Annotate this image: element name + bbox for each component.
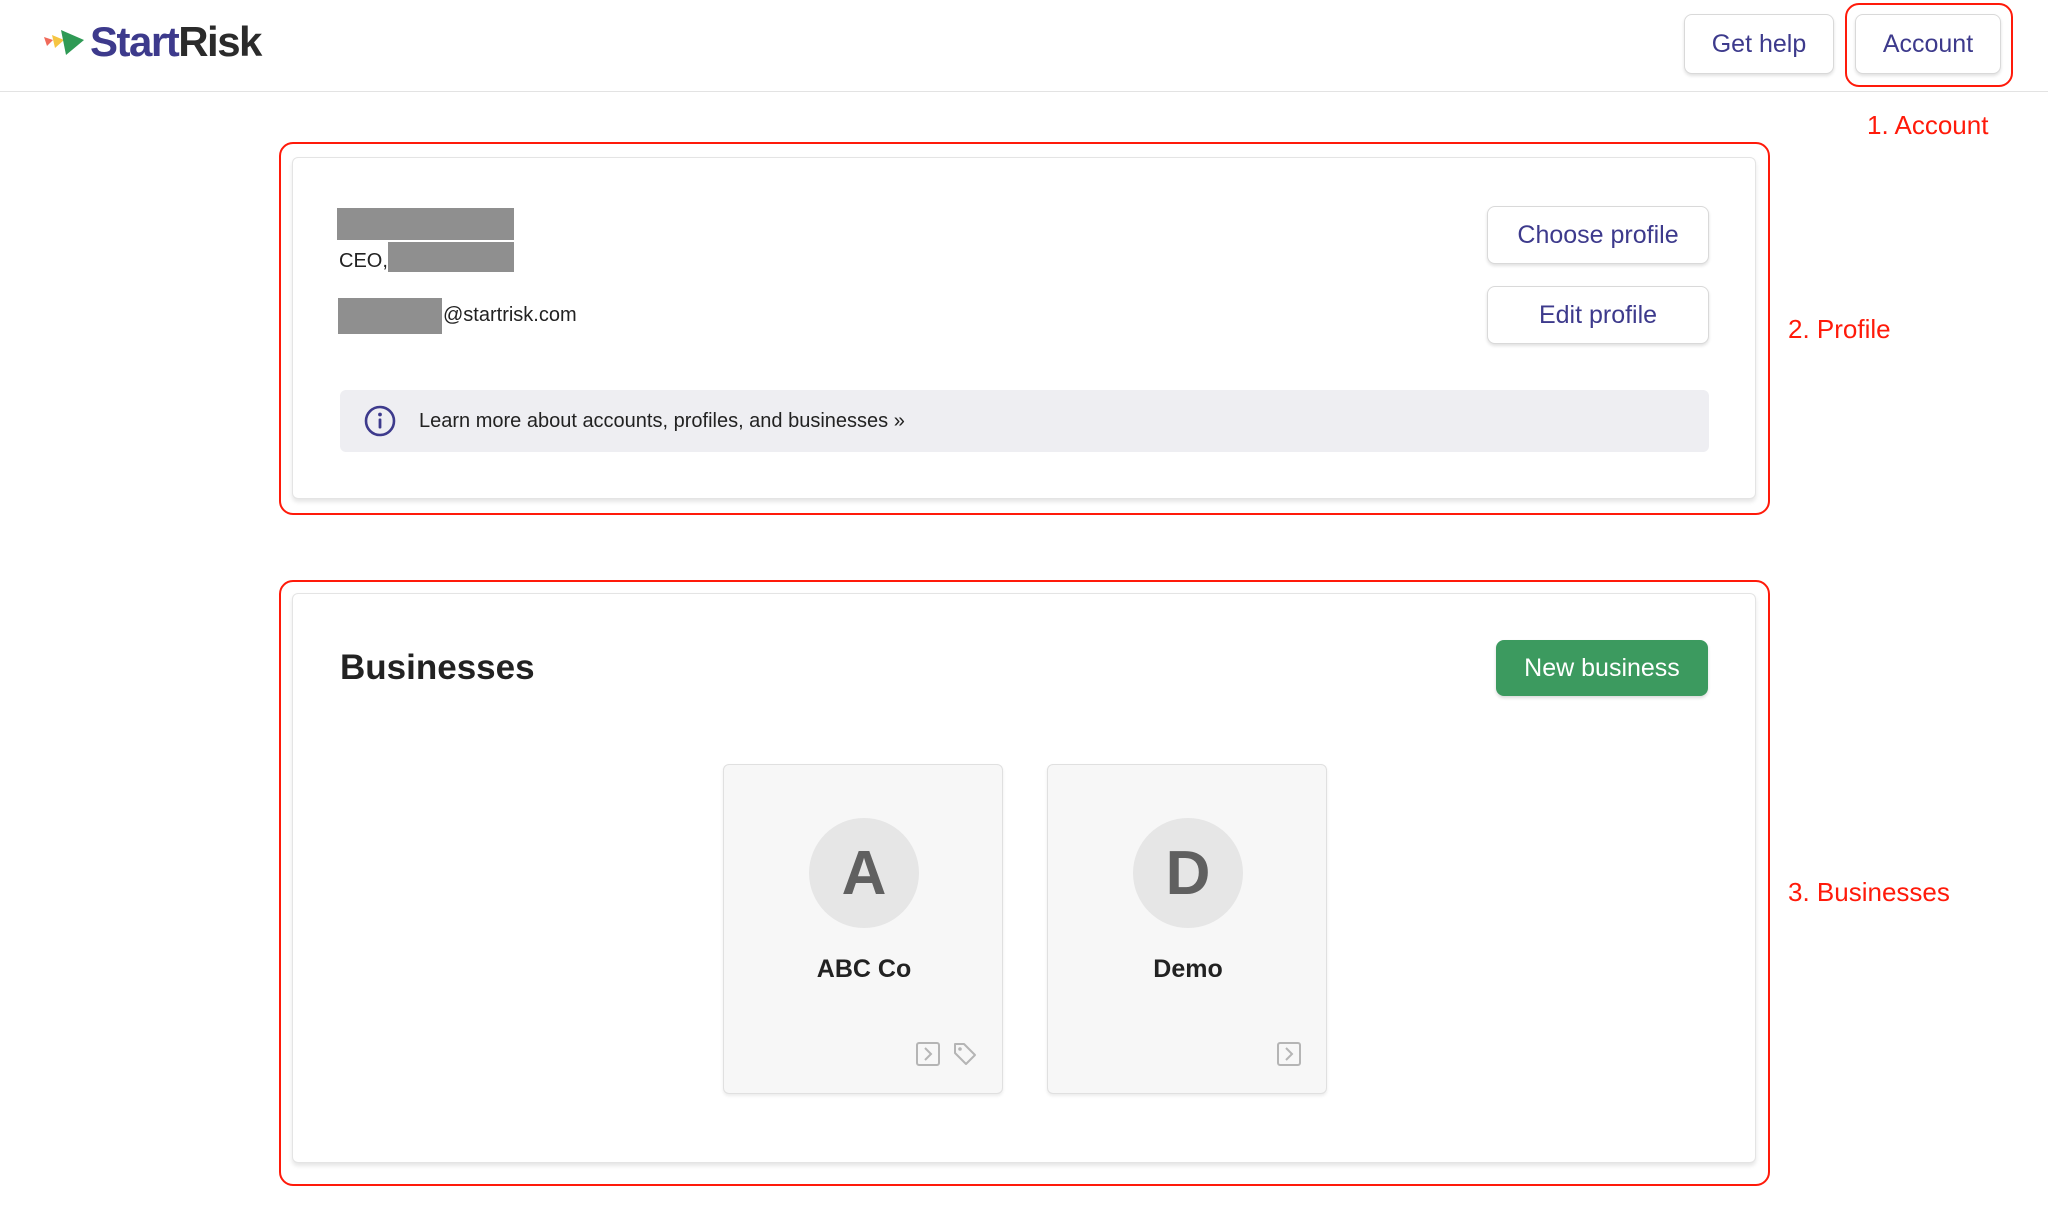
new-business-button[interactable]: New business: [1496, 640, 1708, 696]
business-name: ABC Co: [816, 955, 912, 983]
business-avatar: A: [809, 818, 919, 928]
account-button[interactable]: Account: [1855, 14, 2001, 74]
get-help-button[interactable]: Get help: [1684, 14, 1834, 74]
redacted-name: [337, 208, 514, 240]
startrisk-logo[interactable]: StartRisk: [44, 16, 262, 68]
logo-text-start: Start: [90, 18, 180, 65]
open-arrow-icon[interactable]: [915, 1041, 941, 1067]
edit-profile-button[interactable]: Edit profile: [1487, 286, 1709, 344]
logo-text: StartRisk: [90, 18, 262, 66]
choose-profile-button[interactable]: Choose profile: [1487, 206, 1709, 264]
learn-more-banner[interactable]: Learn more about accounts, profiles, and…: [340, 390, 1709, 452]
top-bar: StartRisk Get help Account: [0, 0, 2048, 92]
business-avatar: D: [1133, 818, 1243, 928]
annotation-label-businesses: 3. Businesses: [1788, 877, 1950, 907]
profile-card: CEO, @startrisk.com Choose profile Edit …: [292, 157, 1756, 499]
annotation-label-account: 1. Account: [1867, 110, 1989, 140]
profile-role: CEO,: [339, 250, 388, 272]
logo-text-risk: Risk: [178, 18, 262, 65]
redacted-email-user: [338, 298, 442, 334]
logo-arrows-icon: [44, 30, 84, 55]
business-tile-abc-co[interactable]: A ABC Co: [723, 764, 1003, 1094]
businesses-card: Businesses New business A ABC Co D Demo: [292, 593, 1756, 1163]
annotation-label-profile: 2. Profile: [1788, 314, 1891, 344]
redacted-company: [388, 242, 514, 272]
business-tile-demo[interactable]: D Demo: [1047, 764, 1327, 1094]
businesses-title: Businesses: [340, 648, 535, 687]
tag-icon[interactable]: [952, 1041, 978, 1067]
info-icon: [364, 405, 396, 437]
business-name: Demo: [1153, 955, 1223, 983]
open-arrow-icon[interactable]: [1276, 1041, 1302, 1067]
profile-email-domain: @startrisk.com: [443, 304, 577, 326]
learn-more-link[interactable]: Learn more about accounts, profiles, and…: [419, 410, 905, 433]
